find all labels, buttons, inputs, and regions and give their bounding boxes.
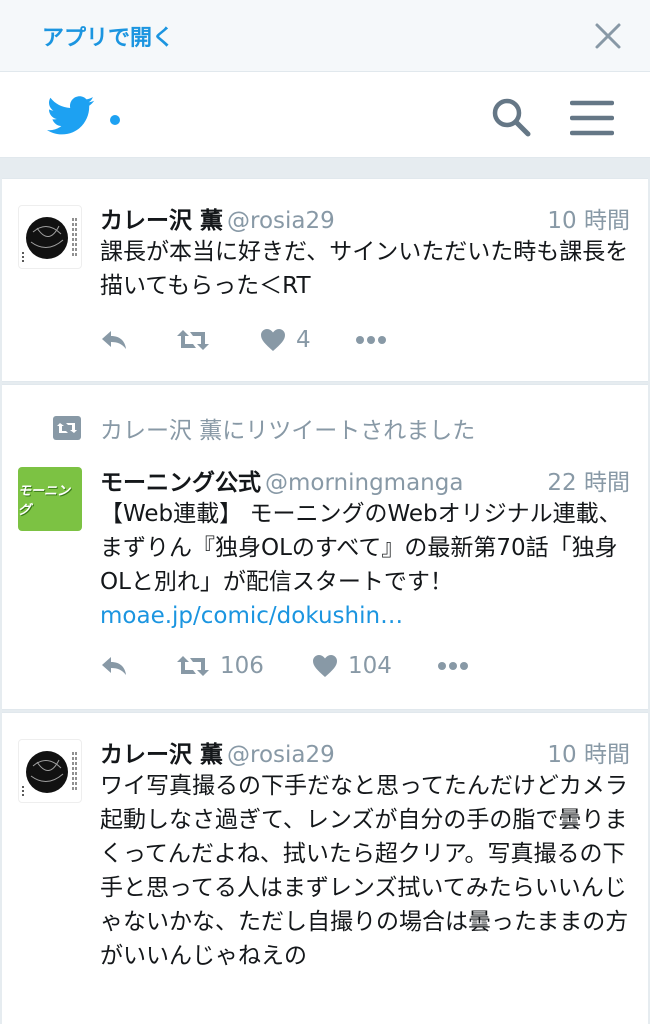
timestamp[interactable]: 10 時間 xyxy=(547,735,630,769)
like-button[interactable]: 4 xyxy=(260,325,311,355)
tweet-item[interactable]: カレー沢 薫 @rosia29 10 時間 課長が本当に好きだ、サインいただいた時… xyxy=(2,178,648,382)
hamburger-menu-icon[interactable] xyxy=(569,98,615,138)
display-name[interactable]: カレー沢 薫 xyxy=(100,742,223,768)
tweet-text: ワイ写真撮るの下手だなと思ってたんだけどカメラ起動しなさ過ぎて、レンズが自分の手… xyxy=(100,773,629,969)
retweet-count: 106 xyxy=(220,653,264,679)
timestamp[interactable]: 22 時間 xyxy=(547,463,630,497)
timeline: カレー沢 薫 @rosia29 10 時間 課長が本当に好きだ、サインいただいた時… xyxy=(0,158,650,1024)
like-button[interactable]: 104 xyxy=(312,651,392,681)
avatar[interactable]: モーニング xyxy=(18,467,82,531)
heart-icon xyxy=(260,328,286,352)
search-icon[interactable] xyxy=(490,96,532,138)
like-count: 104 xyxy=(348,653,392,679)
open-in-app-link[interactable]: アプリで開く xyxy=(42,20,174,52)
display-name[interactable]: モーニング公式 xyxy=(100,470,261,496)
user-handle[interactable]: @morningmanga xyxy=(265,470,463,496)
retweet-button[interactable] xyxy=(176,325,210,355)
reply-icon[interactable] xyxy=(100,325,128,355)
display-name[interactable]: カレー沢 薫 xyxy=(100,208,223,234)
tweet-header: カレー沢 薫 @rosia29 10 時間 xyxy=(100,735,630,769)
retweet-context-label[interactable]: カレー沢 薫にリツイートされました xyxy=(100,411,475,445)
retweet-icon xyxy=(52,415,82,447)
heart-icon xyxy=(312,654,338,678)
tweet-text: 【Web連載】 モーニングのWebオリジナル連載、まずりん『独身OLのすべて』の… xyxy=(100,497,634,633)
tweet-actions: 106 104 xyxy=(100,651,480,681)
tweet-item[interactable]: カレー沢 薫にリツイートされました モーニング モーニング公式 @morningm… xyxy=(2,384,648,710)
retweet-icon xyxy=(176,328,210,352)
retweet-button[interactable]: 106 xyxy=(176,651,264,681)
reply-icon[interactable] xyxy=(100,651,128,681)
top-navigation-bar xyxy=(0,72,650,158)
user-handle[interactable]: @rosia29 xyxy=(227,742,335,768)
like-count: 4 xyxy=(296,327,311,353)
user-handle[interactable]: @rosia29 xyxy=(227,208,335,234)
open-in-app-banner: アプリで開く xyxy=(0,0,650,72)
close-icon[interactable] xyxy=(594,22,622,50)
twitter-bird-icon[interactable] xyxy=(46,96,96,136)
avatar-logo-text: モーニング xyxy=(18,484,71,518)
retweet-icon xyxy=(176,654,210,678)
tweet-text: 課長が本当に好きだ、サインいただいた時も課長を描いてもらった＜RT xyxy=(100,239,629,299)
avatar[interactable] xyxy=(18,739,82,803)
avatar[interactable] xyxy=(18,205,82,269)
tweet-header: モーニング公式 @morningmanga 22 時間 xyxy=(100,463,630,497)
more-dots-icon[interactable] xyxy=(356,325,386,355)
tweet-body: 【Web連載】 モーニングのWebオリジナル連載、まずりん『独身OLのすべて』の… xyxy=(100,501,622,595)
notification-dot xyxy=(110,115,120,125)
tweet-item[interactable]: カレー沢 薫 @rosia29 10 時間 ワイ写真撮るの下手だなと思ってたんだけ… xyxy=(2,712,648,1024)
tweet-link[interactable]: moae.jp/comic/dokushin… xyxy=(100,603,403,629)
tweet-header: カレー沢 薫 @rosia29 10 時間 xyxy=(100,201,630,235)
tweet-actions: 4 xyxy=(100,325,420,355)
timestamp[interactable]: 10 時間 xyxy=(547,201,630,235)
more-dots-icon[interactable] xyxy=(438,651,468,681)
